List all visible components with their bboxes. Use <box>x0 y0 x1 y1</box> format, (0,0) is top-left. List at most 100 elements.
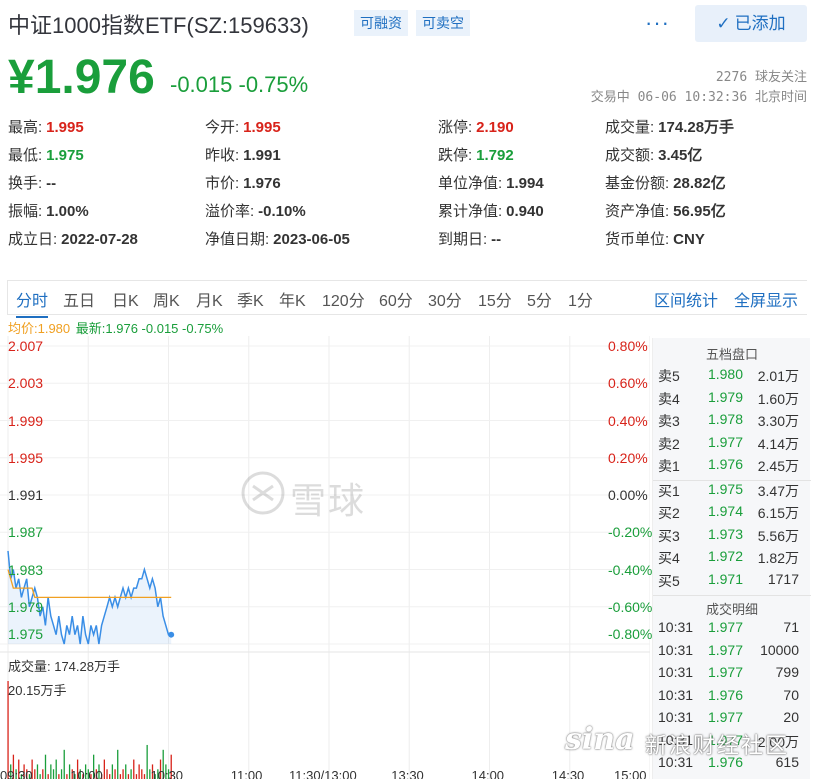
stat-value: 1.792 <box>476 147 514 164</box>
tab-monthly-k[interactable]: 月K <box>196 287 223 311</box>
x-axis-time-label: 14:00 <box>471 768 505 779</box>
stat-value: CNY <box>673 231 705 248</box>
volume-bar <box>143 774 146 779</box>
trade-time: 10:31 <box>658 619 694 635</box>
y-axis-percent-label: 0.80% <box>608 338 648 354</box>
volume-bar <box>125 764 127 779</box>
order-level-label: 卖1 <box>658 458 680 474</box>
order-level-row: 买4 1.972 1.82万 <box>653 548 811 570</box>
volume-bar <box>109 774 111 779</box>
x-axis-time-label: 15:00 <box>614 768 647 779</box>
stat-value: 28.82亿 <box>673 175 726 192</box>
tab-1min[interactable]: 1分 <box>568 287 593 311</box>
stat-item: 溢价率: -0.10% <box>205 200 306 221</box>
order-level-label: 卖2 <box>658 435 680 452</box>
volume-bar <box>135 774 138 779</box>
chart-period-tabs: 分时 五日 日K 周K 月K 季K 年K 120分 60分 30分 15分 5分… <box>7 280 807 318</box>
stat-label: 昨收: <box>205 147 240 164</box>
added-watchlist-button[interactable]: ✓ 已添加 <box>695 5 807 42</box>
y-axis-percent-label: -0.40% <box>608 561 653 578</box>
trade-time: 10:31 <box>658 664 694 680</box>
order-level-volume: 3.47万 <box>757 482 799 499</box>
volume-bar <box>138 764 140 779</box>
chart-legend: 均价:1.980 最新:1.976 -0.015 -0.75% <box>8 318 223 337</box>
order-level-row: 买5 1.971 1717 <box>653 571 811 593</box>
chart-canvas <box>0 336 650 779</box>
stat-value: 1.991 <box>243 147 281 164</box>
stat-value: 174.28万手 <box>658 119 735 136</box>
y-axis-price-label: 2.007 <box>8 338 44 354</box>
volume-bar <box>106 769 108 779</box>
stat-item: 市价: 1.976 <box>205 172 281 193</box>
stat-label: 最高: <box>8 119 43 136</box>
tab-yearly-k[interactable]: 年K <box>279 287 306 311</box>
stat-item: 振幅: 1.00% <box>8 200 89 221</box>
intraday-chart[interactable]: 2.007 0.80% 2.003 0.60% 1.999 0.40% 1.995 0.20%… <box>0 336 653 779</box>
fullscreen-link[interactable]: 全屏显示 <box>734 287 798 311</box>
stat-item: 换手: -- <box>8 172 56 193</box>
x-axis-time-label: 10:30 <box>150 768 184 779</box>
stock-title: 中证1000指数ETF(SZ:159633) <box>8 13 309 38</box>
stat-item: 资产净值: 56.95亿 <box>605 200 726 221</box>
stat-label: 货币单位: <box>605 231 670 248</box>
stat-item: 今开: 1.995 <box>205 116 281 137</box>
tab-quarterly-k[interactable]: 季K <box>237 287 264 311</box>
volume-bar <box>122 769 124 779</box>
stat-label: 涨停: <box>438 119 473 136</box>
stat-label: 基金份额: <box>605 175 670 192</box>
y-axis-percent-label: -0.80% <box>608 626 653 642</box>
volume-bar <box>60 769 63 779</box>
trading-status: 交易中 06-06 10:32:36 北京时间 <box>590 90 807 105</box>
stat-label: 资产净值: <box>605 203 670 220</box>
margin-financing-tag[interactable]: 可融资 <box>354 10 408 36</box>
trade-volume: 71 <box>783 619 799 635</box>
order-level-volume: 2.45万 <box>757 458 799 474</box>
tab-intraday[interactable]: 分时 <box>16 287 49 318</box>
more-icon[interactable]: ··· <box>645 10 670 36</box>
volume-title: 成交量: 174.28万手 <box>8 659 120 674</box>
stat-value: 1.994 <box>506 175 544 192</box>
tab-5min[interactable]: 5分 <box>527 287 552 311</box>
stat-value: 0.940 <box>506 203 544 220</box>
check-icon: ✓ <box>716 14 731 33</box>
volume-bar <box>127 774 130 779</box>
order-book-panel: 五档盘口 卖5 1.980 2.01万 卖4 1.979 1.60万 卖3 1.978 3.30… <box>652 338 811 779</box>
sina-watermark: sina 新浪财经社区 <box>565 716 810 764</box>
stat-item: 跌停: 1.792 <box>438 144 514 165</box>
order-level-volume: 3.30万 <box>757 413 799 429</box>
order-level-price: 1.976 <box>707 456 743 472</box>
order-level-label: 买5 <box>658 572 680 589</box>
tab-60min[interactable]: 60分 <box>379 287 413 311</box>
y-axis-percent-label: 0.60% <box>608 375 648 392</box>
tab-120min[interactable]: 120分 <box>322 287 365 311</box>
x-axis-time-label: 11:30/13:00 <box>289 768 357 779</box>
stat-value: -0.10% <box>258 203 306 220</box>
volume-bar <box>63 749 65 779</box>
tab-5day[interactable]: 五日 <box>63 287 95 311</box>
volume-bar <box>36 764 39 779</box>
y-axis-price-label: 1.991 <box>8 487 44 503</box>
trade-time: 10:31 <box>658 641 694 658</box>
tab-15min[interactable]: 15分 <box>478 287 512 311</box>
tab-30min[interactable]: 30分 <box>428 287 462 311</box>
order-level-price: 1.974 <box>707 503 743 519</box>
range-stats-link[interactable]: 区间统计 <box>654 287 718 311</box>
stat-item: 成立日: 2022-07-28 <box>8 228 138 249</box>
tab-daily-k[interactable]: 日K <box>112 287 139 311</box>
volume-bar <box>42 769 44 779</box>
volume-bar <box>111 764 114 779</box>
order-level-row: 卖5 1.980 2.01万 <box>653 366 811 388</box>
volume-bar <box>39 774 41 779</box>
follower-count[interactable]: 2276 球友关注 <box>716 66 807 85</box>
short-selling-tag[interactable]: 可卖空 <box>416 10 470 36</box>
order-level-label: 卖3 <box>658 413 680 429</box>
stat-value: 3.45亿 <box>658 147 703 164</box>
order-level-price: 1.973 <box>707 525 743 542</box>
stat-label: 累计净值: <box>438 203 503 220</box>
trade-volume: 799 <box>775 664 799 680</box>
y-axis-percent-label: 0.20% <box>608 449 648 466</box>
order-level-row: 卖3 1.978 3.30万 <box>653 411 811 433</box>
tab-weekly-k[interactable]: 周K <box>153 287 180 311</box>
order-level-volume: 2.01万 <box>757 368 799 384</box>
volume-bar <box>66 774 68 779</box>
